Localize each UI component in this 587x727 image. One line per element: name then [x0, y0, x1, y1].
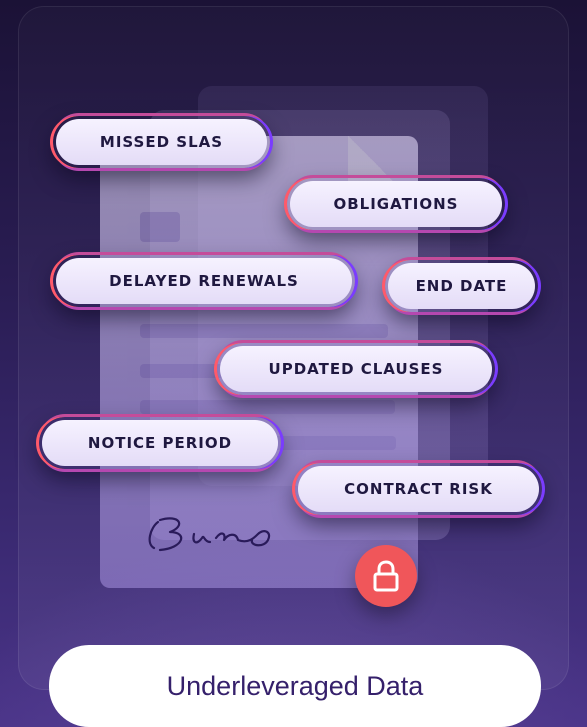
tag-label: CONTRACT RISK	[344, 480, 493, 498]
tag-label: DELAYED RENEWALS	[109, 272, 299, 290]
tag-obligations: OBLIGATIONS	[287, 178, 505, 230]
tag-label: OBLIGATIONS	[333, 195, 459, 213]
tag-label: MISSED SLAS	[99, 133, 224, 151]
document-line	[140, 324, 388, 338]
tag-label: NOTICE PERIOD	[87, 434, 233, 452]
tag-missed-slas: MISSED SLAS	[53, 116, 270, 168]
tag-notice-period: NOTICE PERIOD	[39, 417, 281, 469]
underleveraged-data-label: Underleveraged Data	[49, 645, 541, 727]
tag-updated-clauses: UPDATED CLAUSES	[217, 343, 495, 395]
tag-label: END DATE	[415, 277, 508, 295]
document-line	[140, 212, 180, 242]
signature-icon	[148, 517, 271, 552]
tag-delayed-renewals: DELAYED RENEWALS	[53, 255, 355, 307]
document-line	[140, 400, 395, 414]
footer-label-text: Underleveraged Data	[166, 670, 424, 701]
lock-icon	[355, 545, 417, 607]
padlock-glyph	[373, 560, 399, 592]
tag-contract-risk: CONTRACT RISK	[295, 463, 542, 515]
illustration-card: MISSED SLAS OBLIGATIONS DELAYED RENEWALS…	[0, 0, 587, 727]
tag-label: UPDATED CLAUSES	[268, 360, 444, 378]
tag-end-date: END DATE	[385, 260, 538, 312]
